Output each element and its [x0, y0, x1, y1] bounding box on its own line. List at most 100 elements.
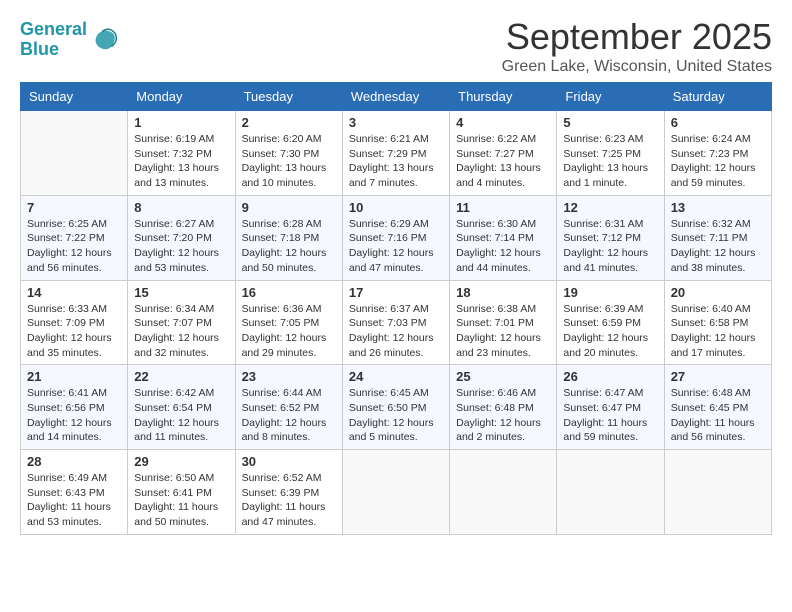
- calendar-day: 11Sunrise: 6:30 AMSunset: 7:14 PMDayligh…: [450, 195, 557, 280]
- calendar-day: 23 Sunrise: 6:44 AMSunset: 6:52 PMDayligh…: [235, 365, 342, 450]
- logo-general: General: [20, 19, 87, 39]
- day-info: Sunrise: 6:19 AMSunset: 7:32 PMDaylight:…: [134, 132, 228, 191]
- column-header-wednesday: Wednesday: [342, 83, 449, 111]
- day-info: Sunrise: 6:46 AMSunset: 6:48 PMDaylight:…: [456, 386, 550, 445]
- calendar-day: [450, 450, 557, 535]
- day-number: 16: [242, 285, 336, 300]
- day-info: Sunrise: 6:42 AMSunset: 6:54 PMDaylight:…: [134, 386, 228, 445]
- day-number: 8: [134, 200, 228, 215]
- calendar-week-1: 1 Sunrise: 6:19 AMSunset: 7:32 PMDaylight…: [21, 111, 772, 196]
- day-number: 25: [456, 369, 550, 384]
- calendar-day: 18 Sunrise: 6:38 AMSunset: 7:01 PMDayligh…: [450, 280, 557, 365]
- calendar-day: [664, 450, 771, 535]
- calendar-day: 17 Sunrise: 6:37 AMSunset: 7:03 PMDayligh…: [342, 280, 449, 365]
- day-info: Sunrise: 6:37 AMSunset: 7:03 PMDaylight:…: [349, 302, 443, 361]
- calendar-header-row: SundayMondayTuesdayWednesdayThursdayFrid…: [21, 83, 772, 111]
- column-header-friday: Friday: [557, 83, 664, 111]
- day-info: Sunrise: 6:39 AMSunset: 6:59 PMDaylight:…: [563, 302, 657, 361]
- calendar-day: 10 Sunrise: 6:29 AMSunset: 7:16 PMDayligh…: [342, 195, 449, 280]
- day-info: Sunrise: 6:24 AMSunset: 7:23 PMDaylight:…: [671, 132, 765, 191]
- day-info: Sunrise: 6:31 AMSunset: 7:12 PMDaylight:…: [563, 217, 657, 276]
- day-number: 17: [349, 285, 443, 300]
- day-number: 24: [349, 369, 443, 384]
- day-number: 11: [456, 200, 550, 215]
- calendar-day: 24Sunrise: 6:45 AMSunset: 6:50 PMDayligh…: [342, 365, 449, 450]
- calendar-day: 8 Sunrise: 6:27 AMSunset: 7:20 PMDaylight…: [128, 195, 235, 280]
- day-info: Sunrise: 6:47 AMSunset: 6:47 PMDaylight:…: [563, 386, 657, 445]
- day-number: 2: [242, 115, 336, 130]
- day-info: Sunrise: 6:22 AMSunset: 7:27 PMDaylight:…: [456, 132, 550, 191]
- day-number: 23: [242, 369, 336, 384]
- day-info: Sunrise: 6:50 AMSunset: 6:41 PMDaylight:…: [134, 471, 228, 530]
- day-info: Sunrise: 6:52 AMSunset: 6:39 PMDaylight:…: [242, 471, 336, 530]
- day-info: Sunrise: 6:34 AMSunset: 7:07 PMDaylight:…: [134, 302, 228, 361]
- calendar-week-4: 21 Sunrise: 6:41 AMSunset: 6:56 PMDayligh…: [21, 365, 772, 450]
- day-number: 18: [456, 285, 550, 300]
- day-number: 1: [134, 115, 228, 130]
- day-number: 6: [671, 115, 765, 130]
- calendar-day: [342, 450, 449, 535]
- day-info: Sunrise: 6:40 AMSunset: 6:58 PMDaylight:…: [671, 302, 765, 361]
- day-info: Sunrise: 6:27 AMSunset: 7:20 PMDaylight:…: [134, 217, 228, 276]
- calendar-day: 13 Sunrise: 6:32 AMSunset: 7:11 PMDayligh…: [664, 195, 771, 280]
- day-number: 10: [349, 200, 443, 215]
- column-header-thursday: Thursday: [450, 83, 557, 111]
- day-info: Sunrise: 6:44 AMSunset: 6:52 PMDaylight:…: [242, 386, 336, 445]
- calendar-day: 6 Sunrise: 6:24 AMSunset: 7:23 PMDaylight…: [664, 111, 771, 196]
- day-info: Sunrise: 6:20 AMSunset: 7:30 PMDaylight:…: [242, 132, 336, 191]
- calendar-day: 12 Sunrise: 6:31 AMSunset: 7:12 PMDayligh…: [557, 195, 664, 280]
- calendar-day: 9 Sunrise: 6:28 AMSunset: 7:18 PMDaylight…: [235, 195, 342, 280]
- calendar-day: [21, 111, 128, 196]
- calendar-day: [557, 450, 664, 535]
- logo-icon: [89, 26, 117, 54]
- column-header-monday: Monday: [128, 83, 235, 111]
- calendar-day: 15 Sunrise: 6:34 AMSunset: 7:07 PMDayligh…: [128, 280, 235, 365]
- day-number: 9: [242, 200, 336, 215]
- day-info: Sunrise: 6:41 AMSunset: 6:56 PMDaylight:…: [27, 386, 121, 445]
- calendar-day: 25 Sunrise: 6:46 AMSunset: 6:48 PMDayligh…: [450, 365, 557, 450]
- calendar-week-5: 28 Sunrise: 6:49 AMSunset: 6:43 PMDayligh…: [21, 450, 772, 535]
- calendar-day: 29 Sunrise: 6:50 AMSunset: 6:41 PMDayligh…: [128, 450, 235, 535]
- page-header: General Blue September 2025 Green Lake, …: [20, 16, 772, 76]
- day-info: Sunrise: 6:49 AMSunset: 6:43 PMDaylight:…: [27, 471, 121, 530]
- day-number: 26: [563, 369, 657, 384]
- logo-text: General Blue: [20, 20, 87, 60]
- day-info: Sunrise: 6:38 AMSunset: 7:01 PMDaylight:…: [456, 302, 550, 361]
- day-number: 29: [134, 454, 228, 469]
- calendar-day: 22 Sunrise: 6:42 AMSunset: 6:54 PMDayligh…: [128, 365, 235, 450]
- day-info: Sunrise: 6:25 AMSunset: 7:22 PMDaylight:…: [27, 217, 121, 276]
- calendar-day: 28 Sunrise: 6:49 AMSunset: 6:43 PMDayligh…: [21, 450, 128, 535]
- calendar-day: 16 Sunrise: 6:36 AMSunset: 7:05 PMDayligh…: [235, 280, 342, 365]
- calendar-day: 21 Sunrise: 6:41 AMSunset: 6:56 PMDayligh…: [21, 365, 128, 450]
- day-number: 15: [134, 285, 228, 300]
- day-number: 28: [27, 454, 121, 469]
- calendar-day: 5Sunrise: 6:23 AMSunset: 7:25 PMDaylight…: [557, 111, 664, 196]
- day-number: 7: [27, 200, 121, 215]
- title-block: September 2025 Green Lake, Wisconsin, Un…: [502, 16, 772, 76]
- calendar-day: 26 Sunrise: 6:47 AMSunset: 6:47 PMDayligh…: [557, 365, 664, 450]
- day-number: 12: [563, 200, 657, 215]
- day-number: 5: [563, 115, 657, 130]
- day-number: 13: [671, 200, 765, 215]
- calendar-table: SundayMondayTuesdayWednesdayThursdayFrid…: [20, 82, 772, 535]
- day-number: 21: [27, 369, 121, 384]
- calendar-day: 14Sunrise: 6:33 AMSunset: 7:09 PMDayligh…: [21, 280, 128, 365]
- day-info: Sunrise: 6:32 AMSunset: 7:11 PMDaylight:…: [671, 217, 765, 276]
- calendar-day: 1 Sunrise: 6:19 AMSunset: 7:32 PMDaylight…: [128, 111, 235, 196]
- day-number: 30: [242, 454, 336, 469]
- day-info: Sunrise: 6:33 AMSunset: 7:09 PMDaylight:…: [27, 302, 121, 361]
- calendar-day: 19 Sunrise: 6:39 AMSunset: 6:59 PMDayligh…: [557, 280, 664, 365]
- location: Green Lake, Wisconsin, United States: [502, 58, 772, 76]
- calendar-week-2: 7 Sunrise: 6:25 AMSunset: 7:22 PMDaylight…: [21, 195, 772, 280]
- day-number: 19: [563, 285, 657, 300]
- calendar-day: 27Sunrise: 6:48 AMSunset: 6:45 PMDayligh…: [664, 365, 771, 450]
- calendar-week-3: 14Sunrise: 6:33 AMSunset: 7:09 PMDayligh…: [21, 280, 772, 365]
- calendar-day: 30 Sunrise: 6:52 AMSunset: 6:39 PMDayligh…: [235, 450, 342, 535]
- day-number: 4: [456, 115, 550, 130]
- day-info: Sunrise: 6:28 AMSunset: 7:18 PMDaylight:…: [242, 217, 336, 276]
- day-number: 22: [134, 369, 228, 384]
- day-info: Sunrise: 6:29 AMSunset: 7:16 PMDaylight:…: [349, 217, 443, 276]
- day-info: Sunrise: 6:36 AMSunset: 7:05 PMDaylight:…: [242, 302, 336, 361]
- day-number: 3: [349, 115, 443, 130]
- month-title: September 2025: [502, 16, 772, 58]
